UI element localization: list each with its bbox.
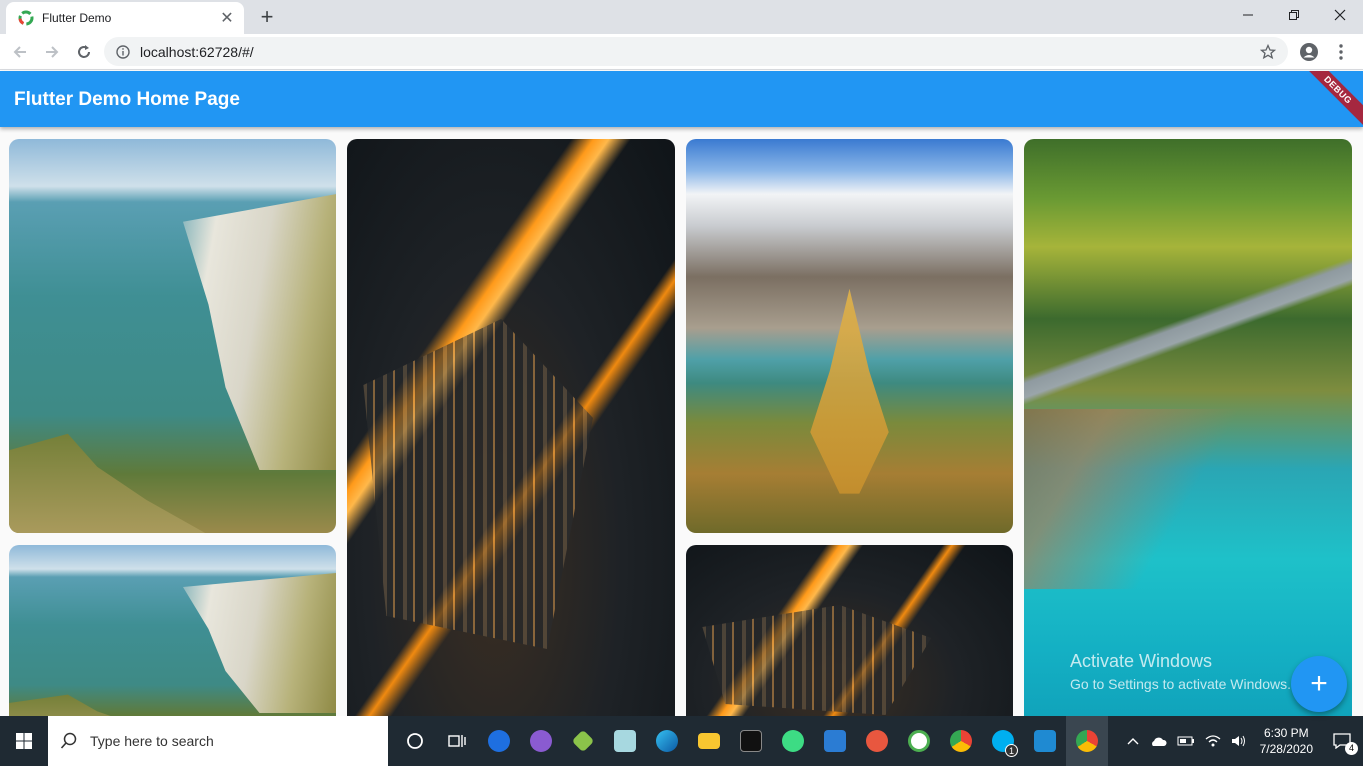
task-view-icon[interactable] xyxy=(436,716,478,766)
more-menu-icon[interactable] xyxy=(1327,38,1355,66)
browser-tab-strip: Flutter Demo ✕ + xyxy=(0,0,1363,34)
address-bar[interactable]: localhost:62728/#/ xyxy=(104,37,1288,66)
skype-icon[interactable]: 1 xyxy=(982,716,1024,766)
android-studio-icon[interactable] xyxy=(772,716,814,766)
restore-icon[interactable] xyxy=(1271,0,1317,30)
image-card-city-night-2[interactable] xyxy=(686,545,1013,716)
forward-arrow-icon[interactable] xyxy=(38,38,66,66)
cube-app-icon[interactable] xyxy=(562,716,604,766)
image-card-cliffs[interactable] xyxy=(9,139,336,533)
browser-toolbar: localhost:62728/#/ xyxy=(0,34,1363,70)
profile-avatar-icon[interactable] xyxy=(1295,38,1323,66)
notification-center-icon[interactable]: 4 xyxy=(1321,733,1363,755)
watermark-title: Activate Windows xyxy=(1070,651,1213,671)
glass-app-icon[interactable] xyxy=(604,716,646,766)
close-window-icon[interactable] xyxy=(1317,0,1363,30)
search-placeholder: Type here to search xyxy=(90,733,214,749)
maps-app-icon[interactable] xyxy=(478,716,520,766)
rocket-app-icon[interactable] xyxy=(856,716,898,766)
tab-close-icon[interactable]: ✕ xyxy=(216,7,238,29)
edge-browser-icon[interactable] xyxy=(646,716,688,766)
new-tab-button[interactable]: + xyxy=(254,4,280,30)
image-card-mountain-lake[interactable] xyxy=(686,139,1013,533)
clock-time: 6:30 PM xyxy=(1263,726,1309,740)
page-title: Flutter Demo Home Page xyxy=(14,89,240,110)
windows-start-icon[interactable] xyxy=(0,716,48,766)
image-card-cliffs-2[interactable] xyxy=(9,545,336,716)
vscode-icon[interactable] xyxy=(1024,716,1066,766)
onedrive-cloud-icon[interactable] xyxy=(1144,735,1172,747)
browser-tab[interactable]: Flutter Demo ✕ xyxy=(6,2,244,34)
chrome-active-icon[interactable] xyxy=(1066,716,1108,766)
image-card-coast-aerial[interactable] xyxy=(1024,139,1352,716)
bookmark-star-icon[interactable] xyxy=(1260,43,1276,60)
activation-watermark: Activate Windows Go to Settings to activ… xyxy=(1070,651,1291,692)
watermark-subtitle: Go to Settings to activate Windows. xyxy=(1070,676,1291,692)
cortana-icon[interactable] xyxy=(394,716,436,766)
url-text: localhost:62728/#/ xyxy=(140,43,254,60)
tab-title: Flutter Demo xyxy=(42,11,112,25)
chrome-icon[interactable] xyxy=(940,716,982,766)
wifi-icon[interactable] xyxy=(1200,734,1226,748)
windows-taskbar: Type here to search 1 6:30 PM 7/28/2020 … xyxy=(0,716,1363,766)
notification-count: 4 xyxy=(1345,742,1358,755)
volume-icon[interactable] xyxy=(1226,734,1252,748)
flutter-favicon-icon xyxy=(18,10,34,26)
clock-date: 7/28/2020 xyxy=(1259,742,1313,756)
image-card-city-night[interactable] xyxy=(347,139,675,716)
file-explorer-icon[interactable] xyxy=(688,716,730,766)
system-clock[interactable]: 6:30 PM 7/28/2020 xyxy=(1252,725,1321,757)
system-tray: 6:30 PM 7/28/2020 4 xyxy=(1122,716,1363,766)
add-fab-button[interactable]: + xyxy=(1291,656,1347,712)
github-desktop-icon[interactable] xyxy=(520,716,562,766)
skype-badge: 1 xyxy=(1005,744,1018,757)
chevron-up-icon[interactable] xyxy=(1122,737,1144,745)
terminal-icon[interactable] xyxy=(730,716,772,766)
taskbar-search-box[interactable]: Type here to search xyxy=(48,716,388,766)
search-icon xyxy=(60,732,77,749)
image-grid xyxy=(0,127,1363,716)
battery-icon[interactable] xyxy=(1172,735,1200,747)
reload-icon[interactable] xyxy=(70,38,98,66)
app-bar: Flutter Demo Home Page DEBUG xyxy=(0,71,1363,127)
clock-app-icon[interactable] xyxy=(898,716,940,766)
debug-banner: DEBUG xyxy=(1294,71,1363,127)
minimize-icon[interactable] xyxy=(1225,0,1271,30)
info-icon[interactable] xyxy=(116,44,130,59)
outlook-app-icon[interactable] xyxy=(814,716,856,766)
back-arrow-icon[interactable] xyxy=(6,38,34,66)
